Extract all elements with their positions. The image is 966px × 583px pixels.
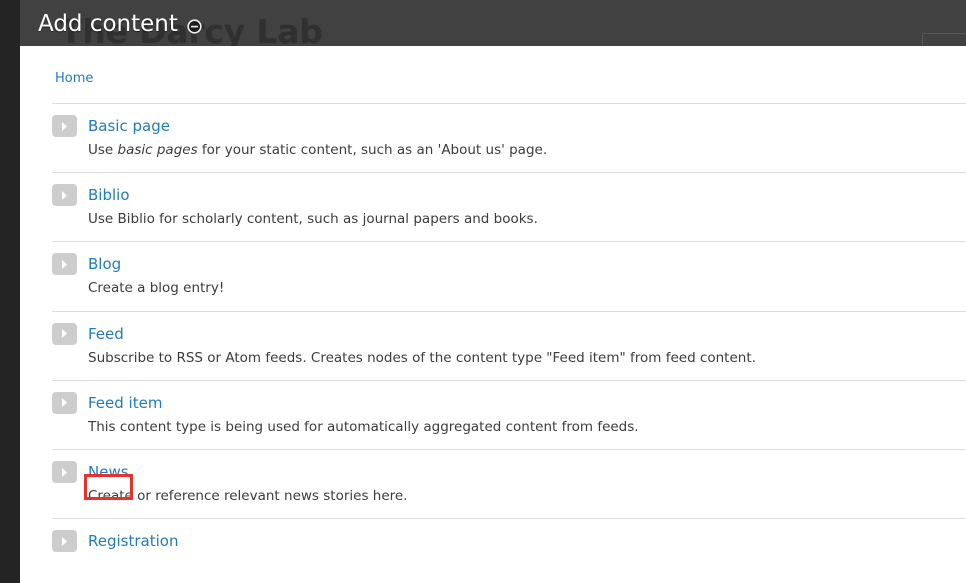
list-item[interactable]: Registration <box>52 518 966 566</box>
desc-part-italic: basic pages <box>117 142 198 158</box>
content-type-description: Subscribe to RSS or Atom feeds. Creates … <box>88 349 756 366</box>
content-type-description: Create a blog entry! <box>88 280 225 297</box>
content-type-description: This content type is being used for auto… <box>88 418 639 435</box>
chevron-right-icon <box>52 322 77 345</box>
desc-part-after: for your static content, such as an 'Abo… <box>197 142 548 158</box>
chevron-right-icon <box>52 530 77 553</box>
content-type-link-feed[interactable]: Feed <box>88 326 124 343</box>
chevron-right-icon <box>52 461 77 484</box>
content-type-link-blog[interactable]: Blog <box>88 256 121 273</box>
list-item[interactable]: Biblio Use Biblio for scholarly content,… <box>52 172 966 241</box>
content-type-link-news[interactable]: News <box>88 464 129 481</box>
content-type-link-registration[interactable]: Registration <box>88 533 178 550</box>
left-rail <box>0 0 20 583</box>
breadcrumb-item-home[interactable]: Home <box>55 71 93 86</box>
content-type-list: Basic page Use basic pages for your stat… <box>20 103 966 566</box>
desc-part-before: Use <box>88 142 118 158</box>
content-type-link-feed-item[interactable]: Feed item <box>88 395 162 412</box>
list-item[interactable]: Feed Subscribe to RSS or Atom feeds. Cre… <box>52 310 966 380</box>
chevron-right-icon <box>52 253 77 276</box>
list-item[interactable]: Feed item This content type is being use… <box>52 379 966 449</box>
chevron-right-icon <box>52 391 77 414</box>
content-type-link-biblio[interactable]: Biblio <box>88 187 130 204</box>
add-content-modal: Home Basic page Use basic pages for your… <box>20 46 966 583</box>
content-type-description: Create or reference relevant news storie… <box>88 488 408 505</box>
content-type-description: Use Biblio for scholarly content, such a… <box>88 211 538 228</box>
list-item[interactable]: Blog Create a blog entry! <box>52 241 966 310</box>
breadcrumb: Home <box>20 46 966 85</box>
content-type-description: Use basic pages for your static content,… <box>88 141 966 159</box>
list-item[interactable]: Basic page Use basic pages for your stat… <box>52 103 966 172</box>
chevron-right-icon <box>52 184 77 207</box>
content-type-link-basic-page[interactable]: Basic page <box>88 118 170 135</box>
list-item[interactable]: News Create or reference relevant news s… <box>52 449 966 518</box>
chevron-right-icon <box>52 115 77 137</box>
